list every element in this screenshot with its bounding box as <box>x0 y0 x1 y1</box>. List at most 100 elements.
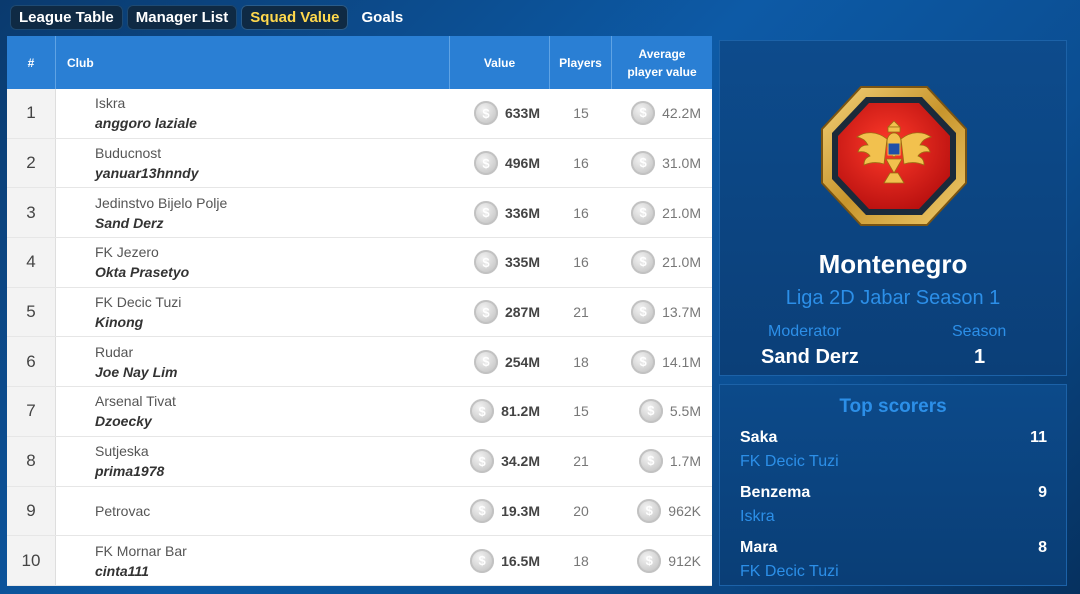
club-name[interactable]: Rudar <box>95 342 133 362</box>
coin-icon: $ <box>631 349 656 374</box>
coin-icon: $ <box>473 151 498 176</box>
header-players[interactable]: Players <box>550 36 612 89</box>
scorer-item[interactable]: Benzema 9 Iskra <box>740 484 1047 526</box>
table-row[interactable]: 6 Rudar Joe Nay Lim $ 254M 18 $ 14.1M <box>7 337 712 388</box>
coin-icon: $ <box>638 449 663 474</box>
value-cell: $ 254M <box>450 337 550 386</box>
club-cell[interactable]: Iskra anggoro laziale <box>56 89 450 138</box>
manager-name[interactable]: Okta Prasetyo <box>95 262 189 282</box>
club-name[interactable]: FK Jezero <box>95 242 159 262</box>
table-row[interactable]: 2 Buducnost yanuar13hnndy $ 496M 16 $ 31… <box>7 138 712 189</box>
tab-goals[interactable]: Goals <box>352 5 412 30</box>
league-badge <box>816 81 972 231</box>
scorer-name[interactable]: Saka <box>740 429 1047 447</box>
rank-cell: 5 <box>7 287 56 337</box>
manager-name[interactable]: cinta111 <box>95 561 149 581</box>
table-row[interactable]: 7 Arsenal Tivat Dzoecky $ 81.2M 15 $ 5.5… <box>7 387 712 437</box>
table-row[interactable]: 5 FK Decic Tuzi Kinong $ 287M 21 $ 13.7M <box>7 287 712 338</box>
header-avg-line1: Average <box>638 46 686 61</box>
manager-name[interactable]: yanuar13hnndy <box>95 163 198 183</box>
club-cell[interactable]: Petrovac <box>56 487 450 536</box>
average-player-value: 5.5M <box>669 403 701 420</box>
header-rank[interactable]: # <box>7 36 56 89</box>
scorer-club[interactable]: Iskra <box>740 508 1047 526</box>
club-cell[interactable]: Sutjeska prima1978 <box>56 437 450 486</box>
moderator-label: Moderator <box>768 323 841 340</box>
header-average-player-value[interactable]: Average player value <box>612 36 712 89</box>
coin-icon: $ <box>631 250 656 275</box>
scorer-item[interactable]: Mara 8 FK Decic Tuzi <box>740 539 1047 581</box>
tab-league-table[interactable]: League Table <box>10 5 123 30</box>
squad-value-table: # Club Value Players Average player value… <box>7 36 712 586</box>
club-name[interactable]: FK Decic Tuzi <box>95 292 181 312</box>
average-player-value: 13.7M <box>662 304 701 321</box>
average-player-value: 962K <box>668 502 701 519</box>
club-cell[interactable]: FK Jezero Okta Prasetyo <box>56 238 450 287</box>
tab-squad-value[interactable]: Squad Value <box>241 5 349 30</box>
players-cell: 20 <box>573 502 589 519</box>
players-cell: 15 <box>573 105 589 122</box>
coin-icon: $ <box>637 498 662 523</box>
coin-icon: $ <box>473 300 498 325</box>
table-row[interactable]: 10 FK Mornar Bar cinta111 $ 16.5M 18 $ 9… <box>7 536 712 586</box>
manager-name[interactable]: Kinong <box>95 312 143 332</box>
club-cell[interactable]: Rudar Joe Nay Lim <box>56 337 450 386</box>
club-name[interactable]: Petrovac <box>95 501 150 521</box>
scorer-item[interactable]: Saka 11 FK Decic Tuzi <box>740 429 1047 471</box>
average-value-cell: $ 1.7M <box>612 437 712 486</box>
scorer-name[interactable]: Mara <box>740 539 1047 557</box>
table-row[interactable]: 4 FK Jezero Okta Prasetyo $ 335M 16 $ 21… <box>7 238 712 288</box>
coin-icon: $ <box>638 399 663 424</box>
average-value-cell: $ 21.0M <box>612 238 712 287</box>
squad-value: 254M <box>504 353 540 370</box>
club-name[interactable]: Buducnost <box>95 143 161 163</box>
manager-name[interactable]: Sand Derz <box>95 213 163 233</box>
moderator-name[interactable]: Sand Derz <box>761 346 859 369</box>
average-player-value: 21.0M <box>662 254 701 271</box>
scorer-name[interactable]: Benzema <box>740 484 1047 502</box>
rank-cell: 6 <box>7 337 56 387</box>
league-country: Montenegro <box>818 249 968 279</box>
squad-value: 16.5M <box>501 552 540 569</box>
manager-name[interactable]: prima1978 <box>95 461 164 481</box>
club-name[interactable]: FK Mornar Bar <box>95 541 187 561</box>
table-row[interactable]: 1 Iskra anggoro laziale $ 633M 15 $ 42.2… <box>7 89 712 139</box>
manager-name[interactable]: Dzoecky <box>95 411 152 431</box>
coin-icon: $ <box>631 151 656 176</box>
club-cell[interactable]: Arsenal Tivat Dzoecky <box>56 387 450 436</box>
average-value-cell: $ 31.0M <box>612 139 712 188</box>
average-player-value: 912K <box>668 552 701 569</box>
rank-cell: 4 <box>7 238 56 287</box>
league-info-panel: Montenegro Liga 2D Jabar Season 1 Modera… <box>719 40 1067 376</box>
squad-value: 287M <box>504 304 540 321</box>
rank-cell: 3 <box>7 188 56 238</box>
players-cell: 18 <box>573 552 589 569</box>
value-cell: $ 287M <box>450 288 550 337</box>
header-club[interactable]: Club <box>56 36 450 89</box>
coin-icon: $ <box>631 300 656 325</box>
club-cell[interactable]: FK Decic Tuzi Kinong <box>56 288 450 337</box>
club-name[interactable]: Iskra <box>95 93 125 113</box>
league-name[interactable]: Liga 2D Jabar Season 1 <box>720 287 1066 310</box>
value-cell: $ 81.2M <box>450 387 550 436</box>
club-cell[interactable]: Buducnost yanuar13hnndy <box>56 139 450 188</box>
average-value-cell: $ 13.7M <box>612 288 712 337</box>
table-row[interactable]: 9 Petrovac $ 19.3M 20 $ 962K <box>7 486 712 537</box>
header-value[interactable]: Value <box>450 36 550 89</box>
club-cell[interactable]: FK Mornar Bar cinta111 <box>56 536 450 585</box>
club-cell[interactable]: Jedinstvo Bijelo Polje Sand Derz <box>56 188 450 237</box>
manager-name[interactable]: anggoro laziale <box>95 113 197 133</box>
table-row[interactable]: 3 Jedinstvo Bijelo Polje Sand Derz $ 336… <box>7 188 712 239</box>
average-value-cell: $ 962K <box>612 487 712 536</box>
club-name[interactable]: Jedinstvo Bijelo Polje <box>95 193 227 213</box>
manager-name[interactable]: Joe Nay Lim <box>95 362 177 382</box>
scorer-club[interactable]: FK Decic Tuzi <box>740 453 1047 471</box>
club-name[interactable]: Sutjeska <box>95 441 149 461</box>
scorer-club[interactable]: FK Decic Tuzi <box>740 563 1047 581</box>
coin-icon: $ <box>631 101 656 126</box>
coin-icon: $ <box>473 349 498 374</box>
table-row[interactable]: 8 Sutjeska prima1978 $ 34.2M 21 $ 1.7M <box>7 436 712 487</box>
average-player-value: 31.0M <box>662 155 701 172</box>
club-name[interactable]: Arsenal Tivat <box>95 391 176 411</box>
tab-manager-list[interactable]: Manager List <box>126 5 238 30</box>
